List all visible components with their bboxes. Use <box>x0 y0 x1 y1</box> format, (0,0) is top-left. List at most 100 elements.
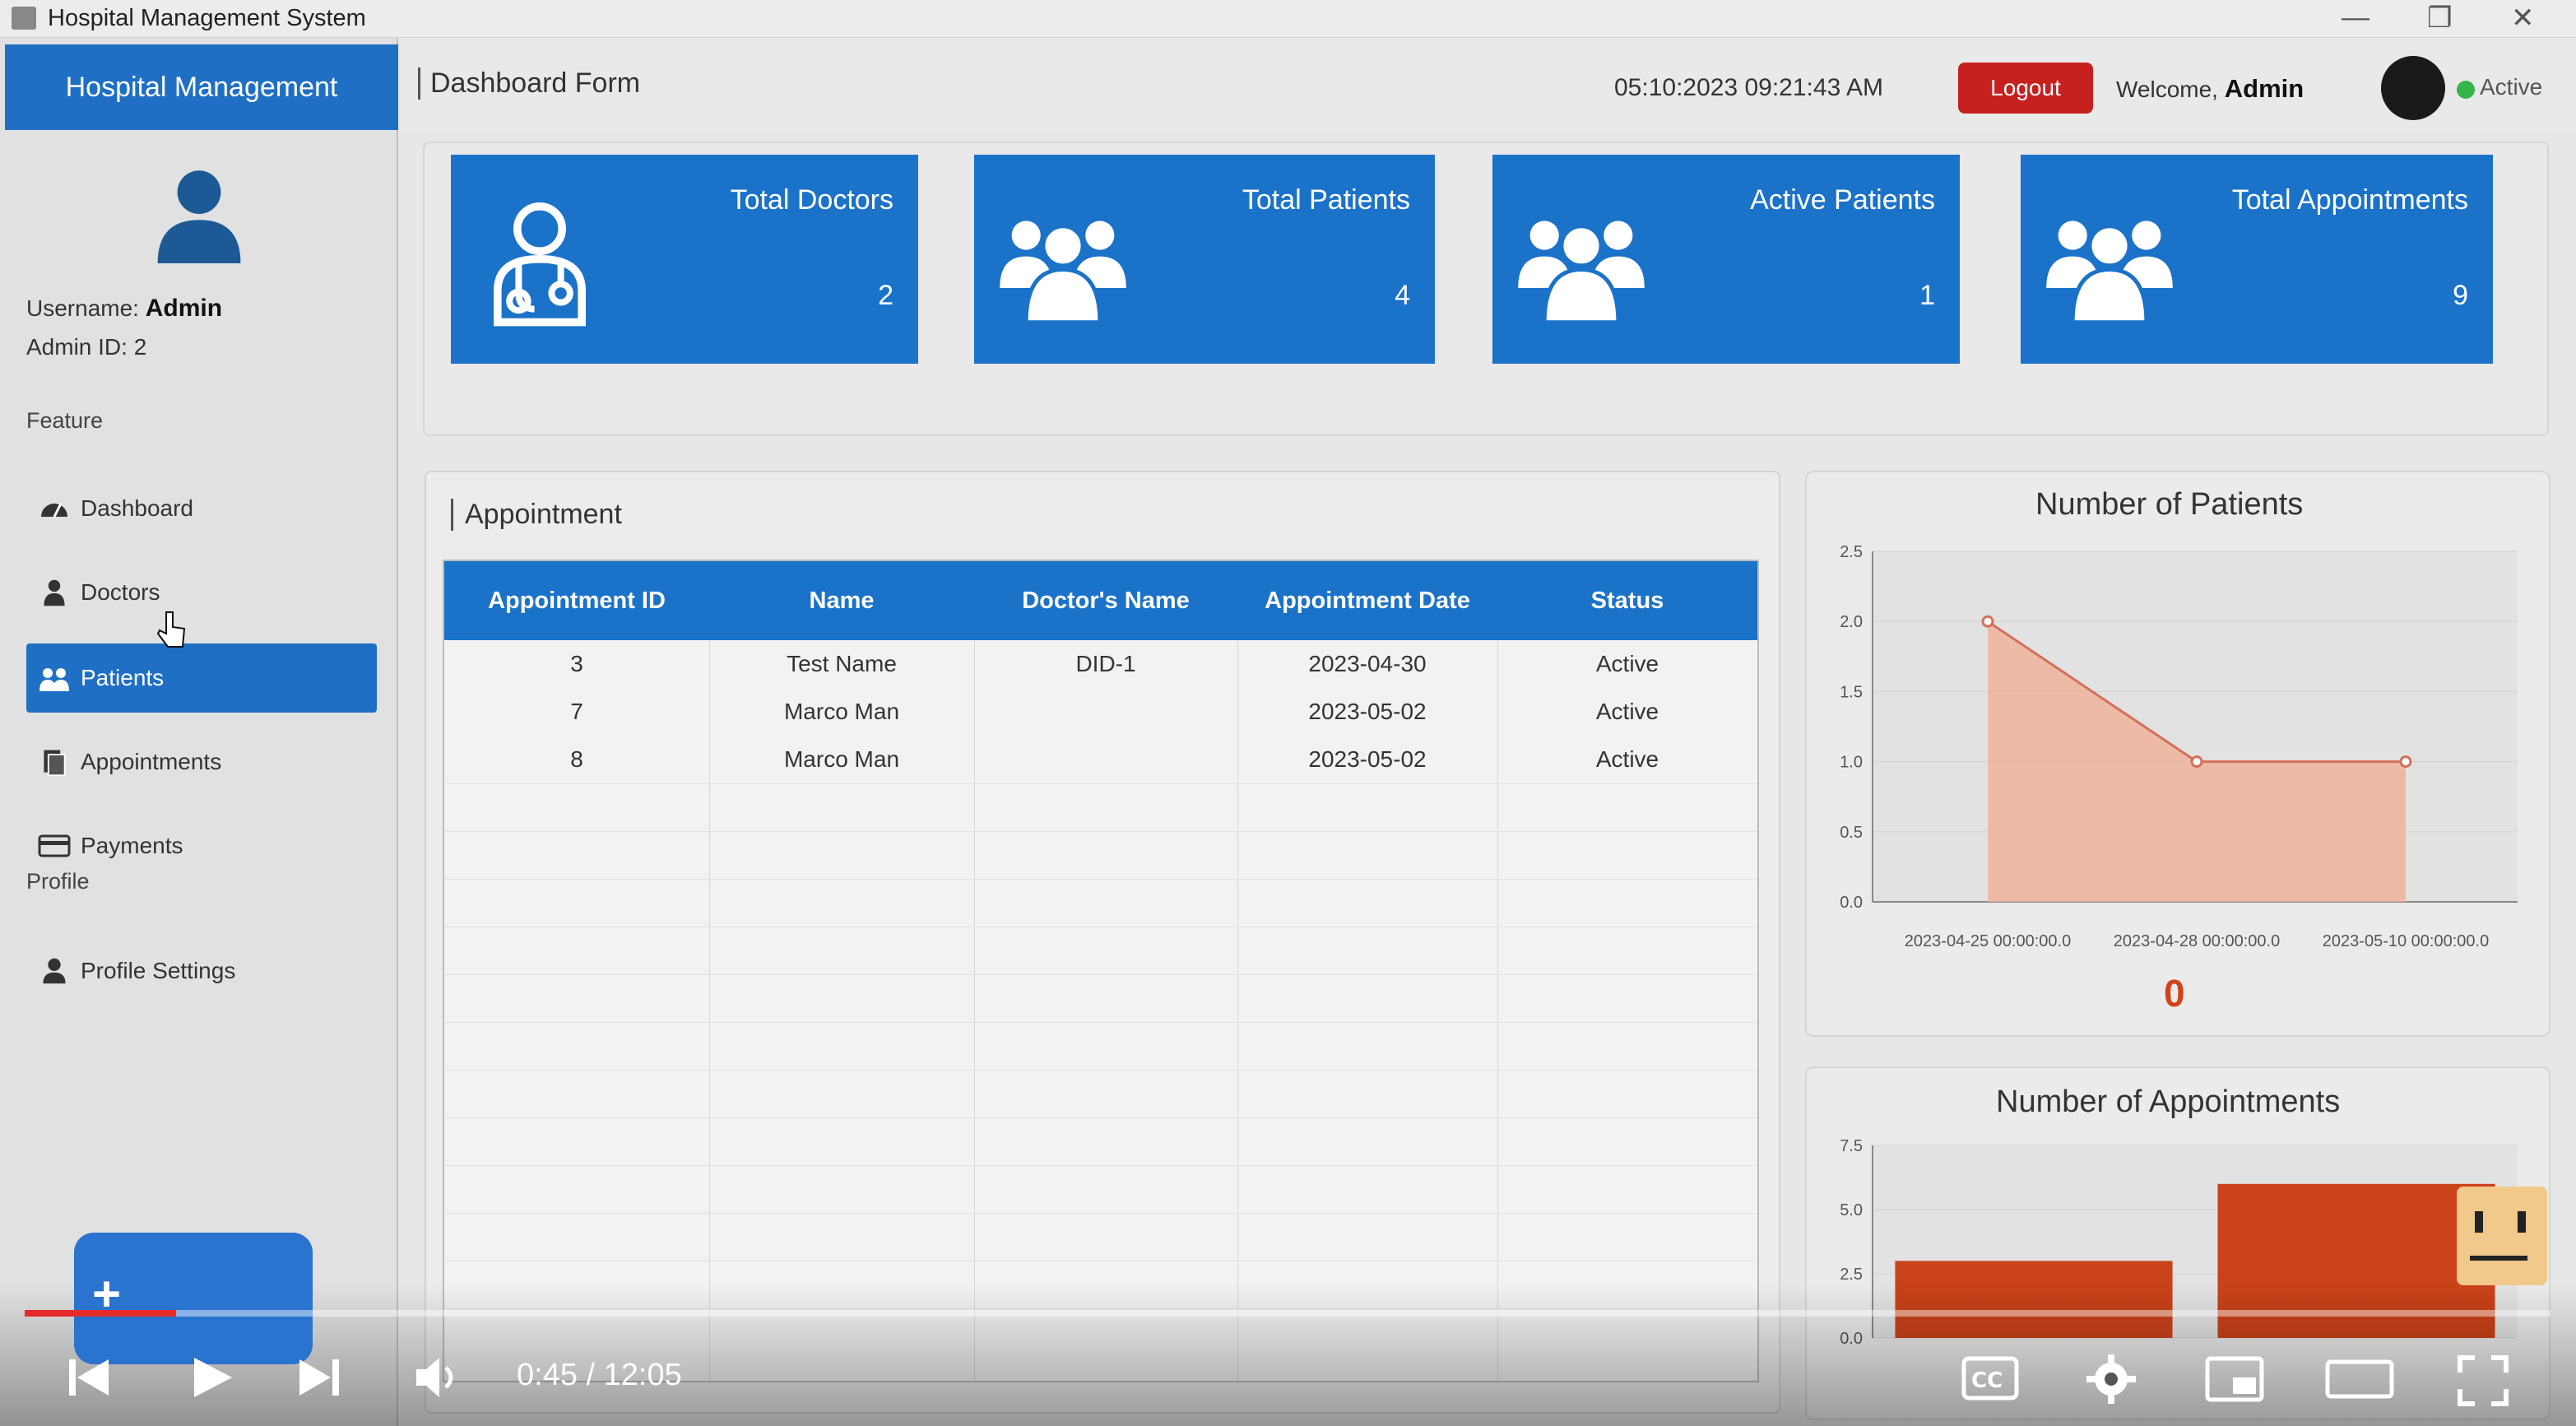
appointments-icon <box>38 746 71 778</box>
logout-button[interactable]: Logout <box>1958 63 2093 114</box>
row-divider <box>444 879 1757 880</box>
fullscreen-icon[interactable] <box>2457 1354 2509 1407</box>
column-header[interactable]: Appointment Date <box>1237 561 1497 640</box>
close-icon[interactable]: ✕ <box>2511 2 2535 35</box>
welcome-user: Admin <box>2224 74 2304 103</box>
cell-name: Marco Man <box>783 699 900 724</box>
skip-previous-icon[interactable] <box>66 1354 112 1400</box>
row-divider <box>444 974 1757 975</box>
card-title: Total Patients <box>1242 184 1410 216</box>
cell-doctor-name <box>974 736 1237 783</box>
card-active-patients[interactable]: Active Patients 1 <box>1492 155 1960 364</box>
emoji-face-icon[interactable] <box>2457 1187 2547 1285</box>
video-controls-overlay <box>0 1284 2576 1426</box>
welcome-text: Welcome, Admin <box>2116 74 2304 104</box>
video-thumbnail[interactable]: + <box>74 1233 313 1364</box>
cell-appointment-date: 2023-04-30 <box>1308 651 1427 676</box>
play-icon[interactable] <box>188 1353 237 1402</box>
video-timecode: 0:45 / 12:05 <box>517 1358 682 1392</box>
theater-mode-icon[interactable] <box>2325 1359 2394 1399</box>
sidebar-item-label: Appointments <box>81 749 222 774</box>
x-tick-label: 2023-04-25 00:00:00.0 <box>1905 932 2071 950</box>
admin-id-label: Admin ID: <box>26 334 128 360</box>
y-tick-label: 0.0 <box>1840 894 1863 912</box>
card-total-doctors[interactable]: Total Doctors 2 <box>451 155 918 364</box>
cell-name: Test Name <box>787 651 897 676</box>
card-value: 9 <box>2453 280 2468 311</box>
x-tick-label: 2023-04-28 00:00:00.0 <box>2114 932 2280 950</box>
profile-heading: Profile <box>26 869 90 894</box>
row-divider <box>444 1165 1757 1166</box>
avatar[interactable] <box>2381 56 2445 120</box>
window-title: Hospital Management System <box>48 5 366 31</box>
y-tick-label: 2.0 <box>1840 613 1863 631</box>
miniplayer-icon[interactable] <box>2205 1356 2264 1402</box>
user-avatar-icon <box>157 170 241 263</box>
skip-next-icon[interactable] <box>296 1354 342 1400</box>
table-row[interactable]: 3 Test Name DID-1 2023-04-30 Active <box>444 640 1757 688</box>
cell-appointment-id: 8 <box>570 746 583 772</box>
sidebar-item-appointments[interactable]: Appointments <box>26 727 377 797</box>
minimize-icon[interactable]: — <box>2342 2 2369 34</box>
sidebar-item-label: Dashboard <box>81 495 193 521</box>
admin-id-value: 2 <box>133 334 147 360</box>
patients-icon <box>38 662 71 694</box>
header: Dashboard Form 05:10:2023 09:21:43 AM Lo… <box>400 38 2576 133</box>
y-tick-label: 7.5 <box>1840 1137 1863 1155</box>
card-title: Total Appointments <box>2231 184 2468 216</box>
cell-status: Active <box>1595 651 1659 676</box>
feature-heading: Feature <box>26 408 104 433</box>
column-header[interactable]: Appointment ID <box>444 561 709 640</box>
mouse-cursor-icon <box>156 611 186 648</box>
restore-icon[interactable]: ❐ <box>2427 2 2452 35</box>
data-point <box>1981 615 1994 628</box>
y-tick-label: 1.5 <box>1840 683 1863 701</box>
profile-icon <box>38 955 71 987</box>
sidebar-item-doctors[interactable]: Doctors <box>26 558 377 627</box>
row-divider <box>444 1022 1757 1023</box>
status-badge: Active <box>2480 74 2543 100</box>
column-header[interactable]: Name <box>709 561 974 640</box>
sidebar-item-dashboard[interactable]: Dashboard <box>26 474 377 543</box>
progress-fill[interactable] <box>25 1310 177 1317</box>
cell-status: Active <box>1595 699 1659 724</box>
y-tick-label: 5.0 <box>1840 1201 1863 1219</box>
sidebar-item-patients[interactable]: Patients <box>26 643 377 713</box>
table-row[interactable]: 8 Marco Man 2023-05-02 Active <box>444 736 1757 783</box>
app-icon <box>12 7 36 30</box>
card-total-patients[interactable]: Total Patients 4 <box>974 155 1435 364</box>
appointment-table: Appointment ID Name Doctor's Name Appoin… <box>443 560 1759 1382</box>
payments-icon <box>38 829 71 862</box>
group-icon <box>2046 221 2173 324</box>
dashboard-icon <box>38 492 71 525</box>
sidebar-item-profile-settings[interactable]: Profile Settings <box>26 936 377 1006</box>
column-header[interactable]: Status <box>1497 561 1757 640</box>
column-header[interactable]: Doctor's Name <box>974 561 1237 640</box>
card-total-appointments[interactable]: Total Appointments 9 <box>2021 155 2493 364</box>
row-divider <box>444 1213 1757 1214</box>
doctor-stethoscope-icon <box>494 202 586 327</box>
progress-track[interactable] <box>25 1310 2550 1317</box>
sidebar-item-label: Doctors <box>81 579 160 605</box>
y-tick-label: 0.5 <box>1840 824 1863 842</box>
row-divider <box>444 1117 1757 1118</box>
volume-icon[interactable] <box>413 1354 466 1400</box>
y-tick-label: 2.5 <box>1840 1266 1863 1284</box>
page-title: Dashboard Form <box>418 67 640 100</box>
group-icon <box>1000 221 1126 324</box>
data-point <box>2190 755 2203 769</box>
y-tick-label: 2.5 <box>1840 543 1863 561</box>
cell-appointment-id: 7 <box>570 699 583 724</box>
settings-gear-icon[interactable] <box>2085 1353 2137 1405</box>
doctor-icon <box>38 576 71 609</box>
cell-appointment-date: 2023-05-02 <box>1308 746 1427 772</box>
card-value: 4 <box>1395 280 1410 311</box>
table-row[interactable]: 7 Marco Man 2023-05-02 Active <box>444 688 1757 736</box>
appointment-title: Appointment <box>451 499 622 531</box>
captions-icon[interactable]: CC <box>1961 1356 2019 1400</box>
chart-title: Number of Patients <box>2035 487 2304 522</box>
row-divider <box>444 831 1757 832</box>
group-icon <box>1518 221 1645 324</box>
card-title: Active Patients <box>1750 184 1935 216</box>
svg-text:CC: CC <box>1971 1368 2003 1393</box>
